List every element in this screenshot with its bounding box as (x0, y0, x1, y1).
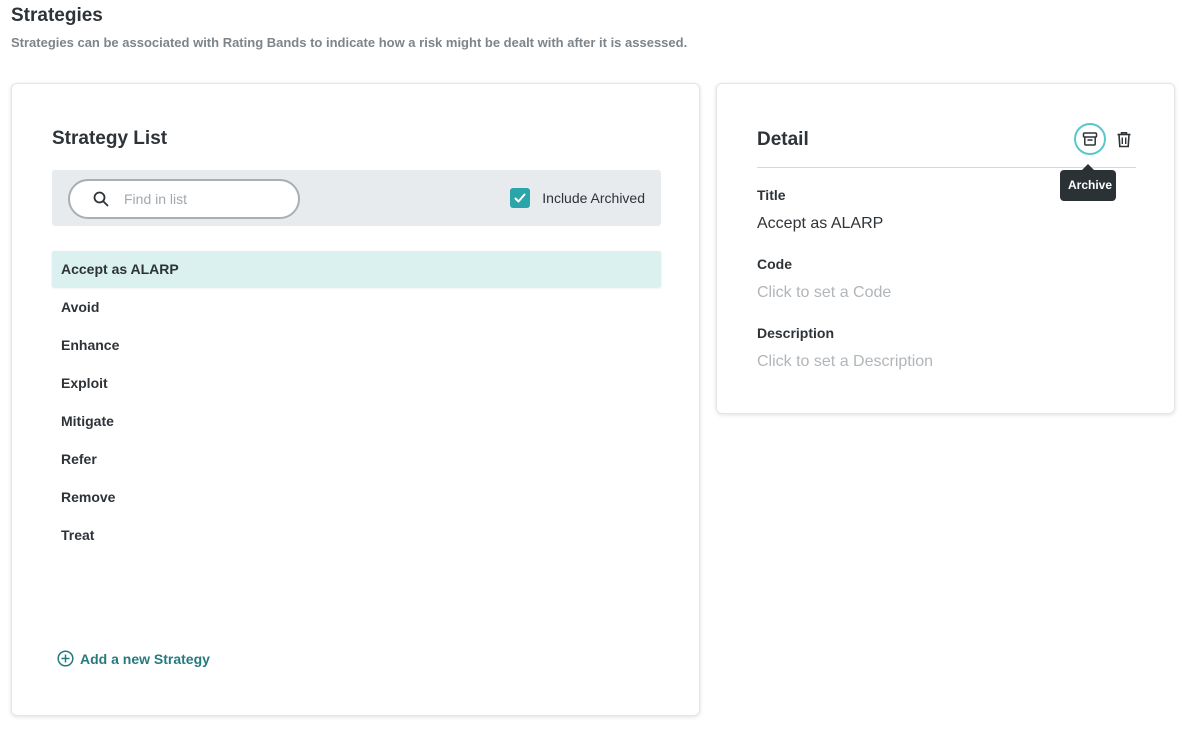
search-icon (92, 190, 110, 208)
list-item[interactable]: Mitigate (52, 403, 661, 439)
archive-tooltip: Archive (1060, 164, 1116, 201)
title-label: Title (757, 187, 786, 203)
trash-icon (1117, 131, 1131, 147)
list-item[interactable]: Accept as ALARP (52, 251, 661, 287)
page-header: Strategies Strategies can be associated … (11, 4, 687, 52)
list-item[interactable]: Treat (52, 517, 661, 553)
strategy-list: Accept as ALARP Avoid Enhance Exploit Mi… (52, 251, 661, 555)
include-archived-checkbox[interactable] (510, 188, 531, 208)
include-archived-toggle[interactable]: Include Archived (510, 188, 645, 208)
list-item[interactable]: Enhance (52, 327, 661, 363)
archive-box-icon (1082, 132, 1098, 146)
strategy-list-heading: Strategy List (52, 128, 168, 149)
detail-heading: Detail (757, 129, 809, 150)
detail-divider (757, 167, 1136, 168)
checkmark-icon (514, 193, 526, 203)
search-input[interactable] (122, 190, 286, 208)
list-item[interactable]: Refer (52, 441, 661, 477)
list-item[interactable]: Avoid (52, 289, 661, 325)
description-field[interactable]: Click to set a Description (757, 353, 933, 371)
page-title: Strategies (11, 5, 103, 26)
detail-actions (1074, 123, 1136, 155)
filter-bar: Include Archived (52, 170, 661, 226)
list-item[interactable]: Exploit (52, 365, 661, 401)
include-archived-label: Include Archived (542, 190, 645, 206)
search-box[interactable] (68, 179, 300, 219)
add-strategy-label: Add a new Strategy (80, 650, 210, 667)
code-label: Code (757, 256, 792, 272)
list-item[interactable]: Remove (52, 479, 661, 515)
description-label: Description (757, 325, 835, 341)
code-field[interactable]: Click to set a Code (757, 284, 891, 302)
page-subtitle: Strategies can be associated with Rating… (11, 35, 688, 50)
delete-button[interactable] (1112, 127, 1136, 151)
strategy-list-card: Strategy List Include Archived Accept as… (11, 83, 700, 716)
archive-button[interactable] (1074, 123, 1106, 155)
detail-card: Detail Archive Title Accept as ALARP Cod… (716, 83, 1175, 414)
plus-circle-icon (57, 650, 74, 667)
title-value[interactable]: Accept as ALARP (757, 215, 883, 233)
add-strategy-button[interactable]: Add a new Strategy (57, 650, 210, 667)
